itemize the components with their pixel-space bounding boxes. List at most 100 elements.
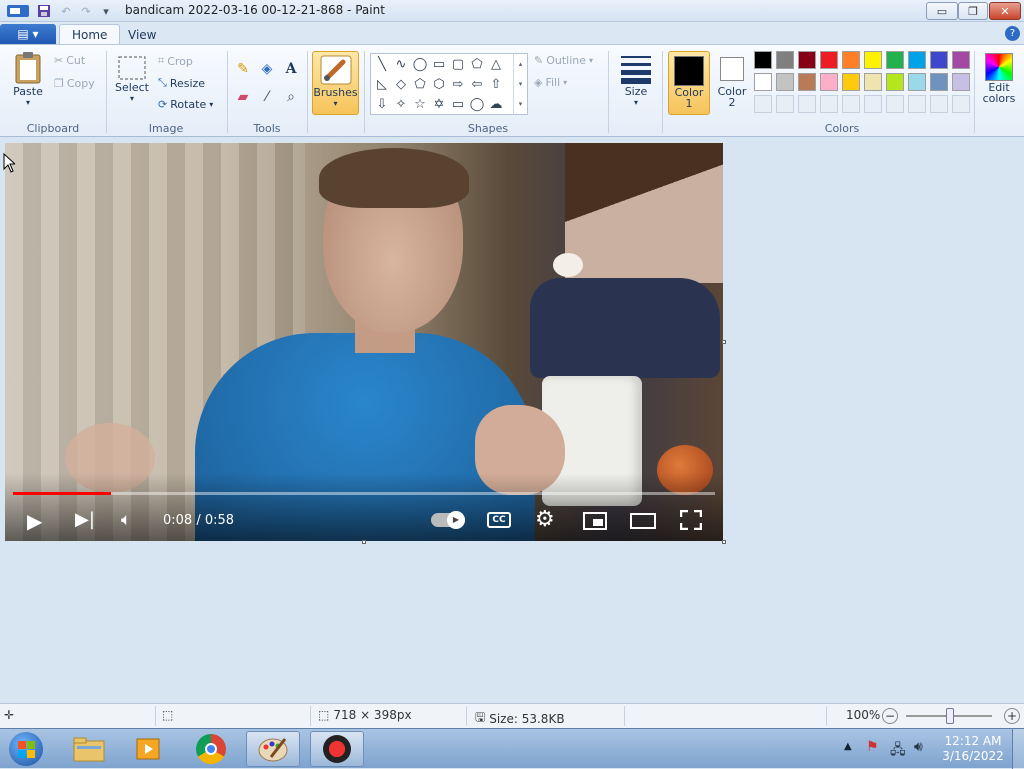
redo-icon[interactable]: ↷ — [78, 3, 94, 19]
zoom-out-button[interactable]: − — [882, 708, 898, 724]
cloud-callout-shape-icon[interactable]: ☁ — [487, 95, 505, 113]
play-icon[interactable]: ▶ — [27, 509, 42, 533]
custom-color-slot[interactable] — [886, 95, 904, 113]
palette-swatch[interactable] — [776, 73, 794, 91]
rectangle-shape-icon[interactable]: ▭ — [430, 55, 448, 73]
brushes-button[interactable]: Brushes ▾ — [312, 51, 359, 115]
palette-swatch[interactable] — [842, 51, 860, 69]
canvas-image[interactable]: ▶ ▶| 🔈︎ 0:08 / 0:58 ▶ CC ⚙ — [5, 143, 723, 541]
custom-color-slot[interactable] — [798, 95, 816, 113]
palette-swatch[interactable] — [820, 51, 838, 69]
speaker-icon[interactable]: 🔊︎ — [914, 739, 923, 755]
autoplay-toggle[interactable]: ▶ — [431, 511, 465, 529]
hexagon-shape-icon[interactable]: ⬡ — [430, 75, 448, 93]
palette-swatch[interactable] — [842, 73, 860, 91]
zoom-in-button[interactable]: + — [1004, 708, 1020, 724]
shapes-scroll[interactable]: ▴ ▾ ▾ — [513, 54, 527, 114]
fill-button[interactable]: ◈ Fill ▾ — [534, 76, 567, 89]
diamond-shape-icon[interactable]: ◇ — [392, 75, 410, 93]
palette-swatch[interactable] — [908, 73, 926, 91]
volume-icon[interactable]: 🔈︎ — [121, 510, 131, 530]
left-arrow-shape-icon[interactable]: ⇦ — [468, 75, 486, 93]
pencil-icon[interactable]: ✎ — [233, 59, 253, 79]
file-menu-button[interactable]: ▤ ▾ — [0, 24, 56, 44]
settings-gear-icon[interactable]: ⚙ — [535, 507, 555, 532]
fullscreen-icon[interactable] — [679, 509, 703, 531]
size-button[interactable]: Size ▾ — [616, 53, 656, 107]
help-icon[interactable]: ? — [1005, 26, 1020, 41]
palette-swatch[interactable] — [864, 73, 882, 91]
palette-swatch[interactable] — [754, 73, 772, 91]
paste-button[interactable]: Paste ▾ — [8, 51, 48, 107]
tab-view[interactable]: View — [116, 24, 168, 45]
up-arrow-shape-icon[interactable]: ⇧ — [487, 75, 505, 93]
down-arrow-shape-icon[interactable]: ⇩ — [373, 95, 391, 113]
polygon-shape-icon[interactable]: ⬠ — [468, 55, 486, 73]
palette-swatch[interactable] — [754, 51, 772, 69]
rotate-button[interactable]: ⟳ Rotate ▾ — [158, 98, 213, 111]
bandicam-taskbar-button[interactable] — [310, 731, 364, 767]
custom-color-slot[interactable] — [842, 95, 860, 113]
custom-color-slot[interactable] — [776, 95, 794, 113]
miniplayer-icon[interactable] — [583, 512, 607, 530]
customize-quick-access-icon[interactable]: ▾ — [98, 3, 114, 19]
captions-icon[interactable]: CC — [487, 512, 511, 528]
palette-swatch[interactable] — [886, 73, 904, 91]
color2-button[interactable]: Color 2 — [712, 55, 752, 109]
color1-button[interactable]: Color 1 — [668, 51, 710, 115]
cut-button[interactable]: ✂ Cut — [54, 54, 85, 67]
five-point-star-shape-icon[interactable]: ☆ — [411, 95, 429, 113]
palette-swatch[interactable] — [952, 51, 970, 69]
next-icon[interactable]: ▶| — [75, 509, 95, 530]
tab-home[interactable]: Home — [59, 24, 121, 45]
clock[interactable]: 12:12 AM 3/16/2022 — [940, 734, 1006, 764]
maximize-button[interactable]: ❐ — [958, 2, 988, 20]
zoom-slider-thumb[interactable] — [946, 708, 954, 724]
pentagon-shape-icon[interactable]: ⬠ — [411, 75, 429, 93]
four-point-star-shape-icon[interactable]: ✧ — [392, 95, 410, 113]
triangle-shape-icon[interactable]: △ — [487, 55, 505, 73]
custom-color-slot[interactable] — [754, 95, 772, 113]
custom-color-slot[interactable] — [952, 95, 970, 113]
resize-handle-corner[interactable] — [722, 540, 726, 544]
right-arrow-shape-icon[interactable]: ⇨ — [449, 75, 467, 93]
custom-color-slot[interactable] — [930, 95, 948, 113]
resize-handle-bottom[interactable] — [362, 540, 366, 544]
color-picker-icon[interactable]: ⁄ — [257, 87, 277, 107]
custom-color-slot[interactable] — [820, 95, 838, 113]
crop-button[interactable]: ⌗ Crop — [158, 54, 193, 68]
show-desktop-button[interactable] — [1012, 729, 1024, 769]
minimize-button[interactable]: ▭ — [926, 2, 958, 20]
oval-shape-icon[interactable]: ◯ — [411, 55, 429, 73]
resize-handle-right[interactable] — [722, 340, 726, 344]
palette-swatch[interactable] — [930, 73, 948, 91]
fill-bucket-icon[interactable]: ◈ — [257, 59, 277, 79]
right-triangle-shape-icon[interactable]: ◺ — [373, 75, 391, 93]
custom-color-slot[interactable] — [864, 95, 882, 113]
palette-swatch[interactable] — [798, 73, 816, 91]
rounded-rectangle-shape-icon[interactable]: ▢ — [449, 55, 467, 73]
palette-swatch[interactable] — [798, 51, 816, 69]
progress-track[interactable] — [13, 492, 715, 495]
save-icon[interactable] — [36, 3, 52, 19]
text-tool-icon[interactable]: A — [281, 59, 301, 79]
copy-button[interactable]: ❐ Copy — [54, 77, 95, 90]
start-button[interactable] — [4, 730, 48, 768]
paint-taskbar-button[interactable] — [246, 731, 300, 767]
palette-swatch[interactable] — [930, 51, 948, 69]
undo-icon[interactable]: ↶ — [58, 3, 74, 19]
close-button[interactable]: ✕ — [989, 2, 1021, 20]
palette-swatch[interactable] — [820, 73, 838, 91]
magnifier-icon[interactable]: ⌕ — [281, 87, 301, 107]
outline-button[interactable]: ✎ Outline ▾ — [534, 54, 593, 67]
custom-color-slot[interactable] — [908, 95, 926, 113]
oval-callout-shape-icon[interactable]: ◯ — [468, 95, 486, 113]
line-shape-icon[interactable]: ╲ — [373, 55, 391, 73]
palette-swatch[interactable] — [908, 51, 926, 69]
palette-swatch[interactable] — [776, 51, 794, 69]
select-button[interactable]: Select ▾ — [114, 55, 150, 103]
chrome-taskbar-button[interactable] — [184, 731, 238, 767]
media-player-taskbar-button[interactable] — [122, 731, 176, 767]
theater-mode-icon[interactable] — [630, 513, 656, 529]
edit-colors-button[interactable]: Edit colors — [977, 53, 1021, 105]
